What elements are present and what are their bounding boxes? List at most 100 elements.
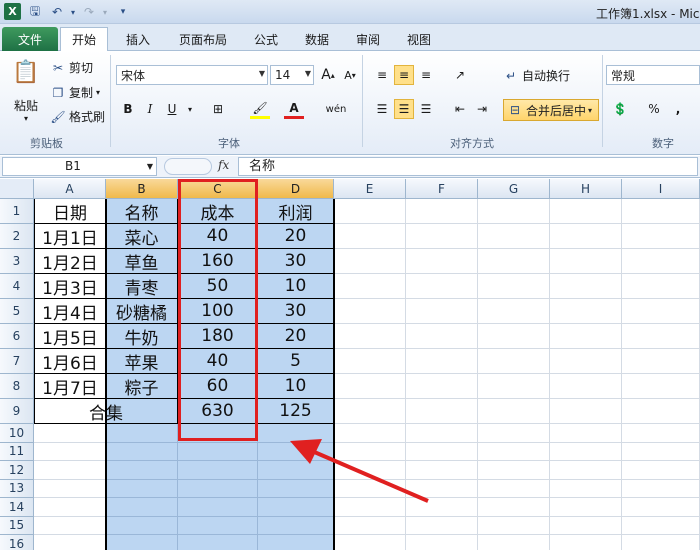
align-right-icon[interactable]: ☰ <box>416 99 436 119</box>
cut-button[interactable]: ✂ 剪切 <box>50 59 93 76</box>
cell-g1[interactable] <box>478 199 550 224</box>
cell-g4[interactable] <box>478 274 550 299</box>
column-header-i[interactable]: I <box>622 179 700 199</box>
cell-i1[interactable] <box>622 199 700 224</box>
comma-button[interactable]: , <box>668 99 688 119</box>
cell-c16[interactable] <box>178 535 258 550</box>
cell-f3[interactable] <box>406 249 478 274</box>
tab-home[interactable]: 开始 <box>60 27 108 51</box>
cell-e15[interactable] <box>334 516 406 535</box>
bold-button[interactable]: B <box>118 99 138 119</box>
shrink-font-icon[interactable]: A ▾ <box>340 65 360 85</box>
formula-bar-resize-handle[interactable] <box>164 158 212 175</box>
percent-button[interactable]: % <box>644 99 664 119</box>
underline-button[interactable]: U <box>162 99 182 119</box>
align-top-icon[interactable]: ≡ <box>372 65 392 85</box>
cell-d8[interactable]: 10 <box>258 374 334 399</box>
cell-i5[interactable] <box>622 299 700 324</box>
cell-d14[interactable] <box>258 498 334 517</box>
phonetic-icon[interactable]: wén <box>326 99 347 119</box>
cell-f10[interactable] <box>406 424 478 443</box>
row-header-4[interactable]: 4 <box>0 274 34 299</box>
cell-c1[interactable]: 成本 <box>178 199 258 224</box>
tab-insert[interactable]: 插入 <box>118 28 158 51</box>
cell-a4[interactable]: 1月3日 <box>34 274 106 299</box>
cell-g9[interactable] <box>478 399 550 424</box>
cell-h2[interactable] <box>550 224 622 249</box>
cell-c8[interactable]: 60 <box>178 374 258 399</box>
cell-g2[interactable] <box>478 224 550 249</box>
cell-b11[interactable] <box>106 442 178 461</box>
column-header-b[interactable]: B <box>106 179 178 199</box>
select-all-corner[interactable] <box>0 179 34 199</box>
cell-d11[interactable] <box>258 442 334 461</box>
cell-g10[interactable] <box>478 424 550 443</box>
cell-h13[interactable] <box>550 479 622 498</box>
cell-h16[interactable] <box>550 535 622 550</box>
tab-review[interactable]: 审阅 <box>348 28 388 51</box>
cell-i9[interactable] <box>622 399 700 424</box>
cell-e3[interactable] <box>334 249 406 274</box>
grow-font-icon[interactable]: A ▴ <box>318 65 338 85</box>
row-header-10[interactable]: 10 <box>0 424 34 443</box>
cell-a5[interactable]: 1月4日 <box>34 299 106 324</box>
cell-b6[interactable]: 牛奶 <box>106 324 178 349</box>
cell-g15[interactable] <box>478 516 550 535</box>
tab-page-layout[interactable]: 页面布局 <box>170 28 236 51</box>
cell-d16[interactable] <box>258 535 334 550</box>
cell-e16[interactable] <box>334 535 406 550</box>
row-header-1[interactable]: 1 <box>0 199 34 224</box>
cell-a15[interactable] <box>34 516 106 535</box>
cell-f2[interactable] <box>406 224 478 249</box>
cell-e1[interactable] <box>334 199 406 224</box>
row-header-2[interactable]: 2 <box>0 224 34 249</box>
cell-d2[interactable]: 20 <box>258 224 334 249</box>
decrease-indent-icon[interactable]: ⇤ <box>450 99 470 119</box>
cell-d9[interactable]: 125 <box>258 399 334 424</box>
excel-logo-icon[interactable]: X <box>4 3 21 20</box>
cell-i11[interactable] <box>622 442 700 461</box>
column-header-a[interactable]: A <box>34 179 106 199</box>
cell-i12[interactable] <box>622 461 700 480</box>
insert-function-icon[interactable]: fx <box>218 158 229 172</box>
align-left-icon[interactable]: ☰ <box>372 99 392 119</box>
cell-c10[interactable] <box>178 424 258 443</box>
cell-a10[interactable] <box>34 424 106 443</box>
cell-c12[interactable] <box>178 461 258 480</box>
cell-b13[interactable] <box>106 479 178 498</box>
cell-b12[interactable] <box>106 461 178 480</box>
align-middle-icon[interactable]: ≡ <box>394 65 414 85</box>
cell-h7[interactable] <box>550 349 622 374</box>
column-header-h[interactable]: H <box>550 179 622 199</box>
column-header-f[interactable]: F <box>406 179 478 199</box>
align-bottom-icon[interactable]: ≡ <box>416 65 436 85</box>
cell-i14[interactable] <box>622 498 700 517</box>
cell-e14[interactable] <box>334 498 406 517</box>
row-header-6[interactable]: 6 <box>0 324 34 349</box>
cell-c3[interactable]: 160 <box>178 249 258 274</box>
cell-d4[interactable]: 10 <box>258 274 334 299</box>
cell-g8[interactable] <box>478 374 550 399</box>
row-header-12[interactable]: 12 <box>0 461 34 480</box>
cell-d7[interactable]: 5 <box>258 349 334 374</box>
column-header-c[interactable]: C <box>178 179 258 199</box>
cell-f12[interactable] <box>406 461 478 480</box>
cell-g3[interactable] <box>478 249 550 274</box>
cell-d3[interactable]: 30 <box>258 249 334 274</box>
cell-b1[interactable]: 名称 <box>106 199 178 224</box>
cell-a7[interactable]: 1月6日 <box>34 349 106 374</box>
cell-c5[interactable]: 100 <box>178 299 258 324</box>
cell-f16[interactable] <box>406 535 478 550</box>
font-color-icon[interactable]: A <box>284 99 304 119</box>
cell-d6[interactable]: 20 <box>258 324 334 349</box>
tab-view[interactable]: 视图 <box>399 28 439 51</box>
row-header-7[interactable]: 7 <box>0 349 34 374</box>
cell-h14[interactable] <box>550 498 622 517</box>
cell-i4[interactable] <box>622 274 700 299</box>
cell-h15[interactable] <box>550 516 622 535</box>
cell-h5[interactable] <box>550 299 622 324</box>
row-header-14[interactable]: 14 <box>0 498 34 517</box>
cell-h4[interactable] <box>550 274 622 299</box>
tab-data[interactable]: 数据 <box>297 28 337 51</box>
cell-c13[interactable] <box>178 479 258 498</box>
